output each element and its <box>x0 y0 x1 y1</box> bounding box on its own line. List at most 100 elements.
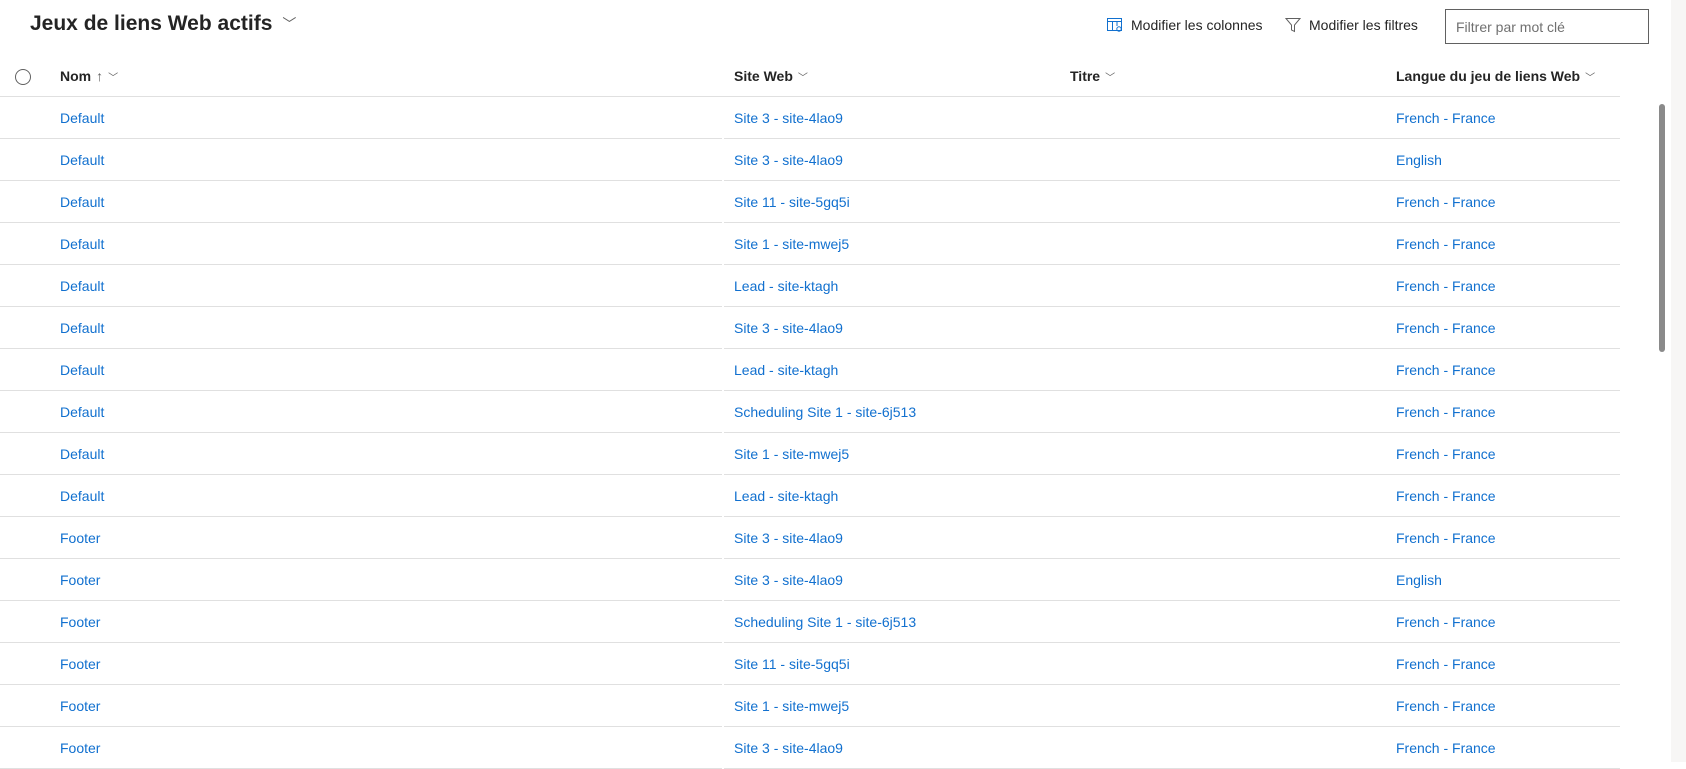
name-link[interactable]: Default <box>60 404 104 420</box>
keyword-filter-input[interactable] <box>1445 9 1649 44</box>
column-divider <box>722 139 724 181</box>
chevron-down-icon: ﹀ <box>282 16 297 32</box>
website-link[interactable]: Site 11 - site-5gq5i <box>734 656 850 672</box>
column-label: Site Web <box>734 68 793 84</box>
language-link[interactable]: French - France <box>1396 446 1496 462</box>
table-row[interactable]: Footer Site 1 - site-mwej5 French - Fran… <box>0 685 1620 727</box>
website-link[interactable]: Site 1 - site-mwej5 <box>734 446 849 462</box>
column-divider <box>722 601 724 643</box>
table-row[interactable]: Default Site 11 - site-5gq5i French - Fr… <box>0 181 1620 223</box>
column-header-language[interactable]: Langue du jeu de liens Web ﹀ <box>1396 68 1595 84</box>
language-link[interactable]: French - France <box>1396 656 1496 672</box>
language-link[interactable]: French - France <box>1396 698 1496 714</box>
website-link[interactable]: Site 3 - site-4lao9 <box>734 320 843 336</box>
name-link[interactable]: Footer <box>60 656 100 672</box>
column-divider <box>722 559 724 601</box>
website-link[interactable]: Site 3 - site-4lao9 <box>734 740 843 756</box>
language-link[interactable]: French - France <box>1396 194 1496 210</box>
edit-filters-label: Modifier les filtres <box>1309 17 1418 33</box>
name-link[interactable]: Default <box>60 488 104 504</box>
table-row[interactable]: Footer Scheduling Site 1 - site-6j513 Fr… <box>0 601 1620 643</box>
language-link[interactable]: English <box>1396 572 1442 588</box>
name-link[interactable]: Default <box>60 446 104 462</box>
language-link[interactable]: French - France <box>1396 110 1496 126</box>
name-link[interactable]: Default <box>60 152 104 168</box>
table-row[interactable]: Default Lead - site-ktagh French - Franc… <box>0 475 1620 517</box>
language-link[interactable]: French - France <box>1396 320 1496 336</box>
grid-header: Nom ↑ ﹀ Site Web ﹀ Titre ﹀ Langue du jeu de … <box>0 56 1620 97</box>
table-row[interactable]: Default Site 1 - site-mwej5 French - Fra… <box>0 433 1620 475</box>
chevron-down-icon: ﹀ <box>1105 72 1116 84</box>
website-link[interactable]: Site 1 - site-mwej5 <box>734 698 849 714</box>
website-link[interactable]: Lead - site-ktagh <box>734 362 838 378</box>
language-link[interactable]: French - France <box>1396 530 1496 546</box>
name-link[interactable]: Default <box>60 362 104 378</box>
column-divider <box>722 727 724 769</box>
table-row[interactable]: Footer Site 3 - site-4lao9 French - Fran… <box>0 727 1620 769</box>
website-link[interactable]: Site 1 - site-mwej5 <box>734 236 849 252</box>
name-link[interactable]: Default <box>60 320 104 336</box>
sort-ascending-icon: ↑ <box>96 68 104 84</box>
edit-columns-label: Modifier les colonnes <box>1131 17 1263 33</box>
language-link[interactable]: English <box>1396 152 1442 168</box>
column-label: Titre <box>1070 68 1101 84</box>
language-link[interactable]: French - France <box>1396 614 1496 630</box>
chevron-down-icon: ﹀ <box>797 72 808 84</box>
column-divider <box>722 97 724 139</box>
filter-icon <box>1285 18 1301 33</box>
language-link[interactable]: French - France <box>1396 362 1496 378</box>
website-link[interactable]: Site 3 - site-4lao9 <box>734 572 843 588</box>
column-divider <box>722 391 724 433</box>
website-link[interactable]: Site 3 - site-4lao9 <box>734 152 843 168</box>
website-link[interactable]: Scheduling Site 1 - site-6j513 <box>734 614 916 630</box>
column-divider <box>722 685 724 727</box>
name-link[interactable]: Default <box>60 110 104 126</box>
table-row[interactable]: Default Site 3 - site-4lao9 English <box>0 139 1620 181</box>
edit-filters-button[interactable]: Modifier les filtres <box>1285 17 1418 33</box>
column-divider <box>722 475 724 517</box>
column-divider <box>722 433 724 475</box>
language-link[interactable]: French - France <box>1396 740 1496 756</box>
table-row[interactable]: Default Lead - site-ktagh French - Franc… <box>0 265 1620 307</box>
chevron-down-icon: ﹀ <box>1585 72 1596 84</box>
edit-columns-button[interactable]: Modifier les colonnes <box>1107 17 1263 33</box>
column-label: Langue du jeu de liens Web <box>1396 68 1581 84</box>
table-row[interactable]: Default Site 3 - site-4lao9 French - Fra… <box>0 307 1620 349</box>
website-link[interactable]: Lead - site-ktagh <box>734 488 838 504</box>
table-row[interactable]: Footer Site 3 - site-4lao9 French - Fran… <box>0 517 1620 559</box>
column-divider <box>722 349 724 391</box>
column-label: Nom <box>60 68 92 84</box>
column-header-title[interactable]: Titre ﹀ <box>1070 68 1115 84</box>
website-link[interactable]: Site 3 - site-4lao9 <box>734 110 843 126</box>
language-link[interactable]: French - France <box>1396 236 1496 252</box>
name-link[interactable]: Default <box>60 236 104 252</box>
chevron-down-icon: ﹀ <box>108 72 119 84</box>
website-link[interactable]: Site 3 - site-4lao9 <box>734 530 843 546</box>
language-link[interactable]: French - France <box>1396 488 1496 504</box>
column-divider <box>722 181 724 223</box>
language-link[interactable]: French - France <box>1396 404 1496 420</box>
table-row[interactable]: Footer Site 3 - site-4lao9 English <box>0 559 1620 601</box>
language-link[interactable]: French - France <box>1396 278 1496 294</box>
table-row[interactable]: Default Site 1 - site-mwej5 French - Fra… <box>0 223 1620 265</box>
website-link[interactable]: Lead - site-ktagh <box>734 278 838 294</box>
table-row[interactable]: Default Site 3 - site-4lao9 French - Fra… <box>0 97 1620 139</box>
table-row[interactable]: Default Scheduling Site 1 - site-6j513 F… <box>0 391 1620 433</box>
column-header-name[interactable]: Nom ↑ ﹀ <box>60 68 118 84</box>
scrollbar-thumb[interactable] <box>1659 104 1665 352</box>
website-link[interactable]: Site 11 - site-5gq5i <box>734 194 850 210</box>
name-link[interactable]: Footer <box>60 614 100 630</box>
select-all-checkbox[interactable] <box>15 69 31 85</box>
name-link[interactable]: Footer <box>60 530 100 546</box>
name-link[interactable]: Default <box>60 278 104 294</box>
table-row[interactable]: Default Lead - site-ktagh French - Franc… <box>0 349 1620 391</box>
page-gutter <box>1671 0 1686 762</box>
website-link[interactable]: Scheduling Site 1 - site-6j513 <box>734 404 916 420</box>
column-header-website[interactable]: Site Web ﹀ <box>734 68 808 84</box>
name-link[interactable]: Footer <box>60 740 100 756</box>
view-selector[interactable]: Jeux de liens Web actifs ﹀ <box>30 12 296 36</box>
table-row[interactable]: Footer Site 11 - site-5gq5i French - Fra… <box>0 643 1620 685</box>
name-link[interactable]: Footer <box>60 572 100 588</box>
name-link[interactable]: Default <box>60 194 104 210</box>
name-link[interactable]: Footer <box>60 698 100 714</box>
